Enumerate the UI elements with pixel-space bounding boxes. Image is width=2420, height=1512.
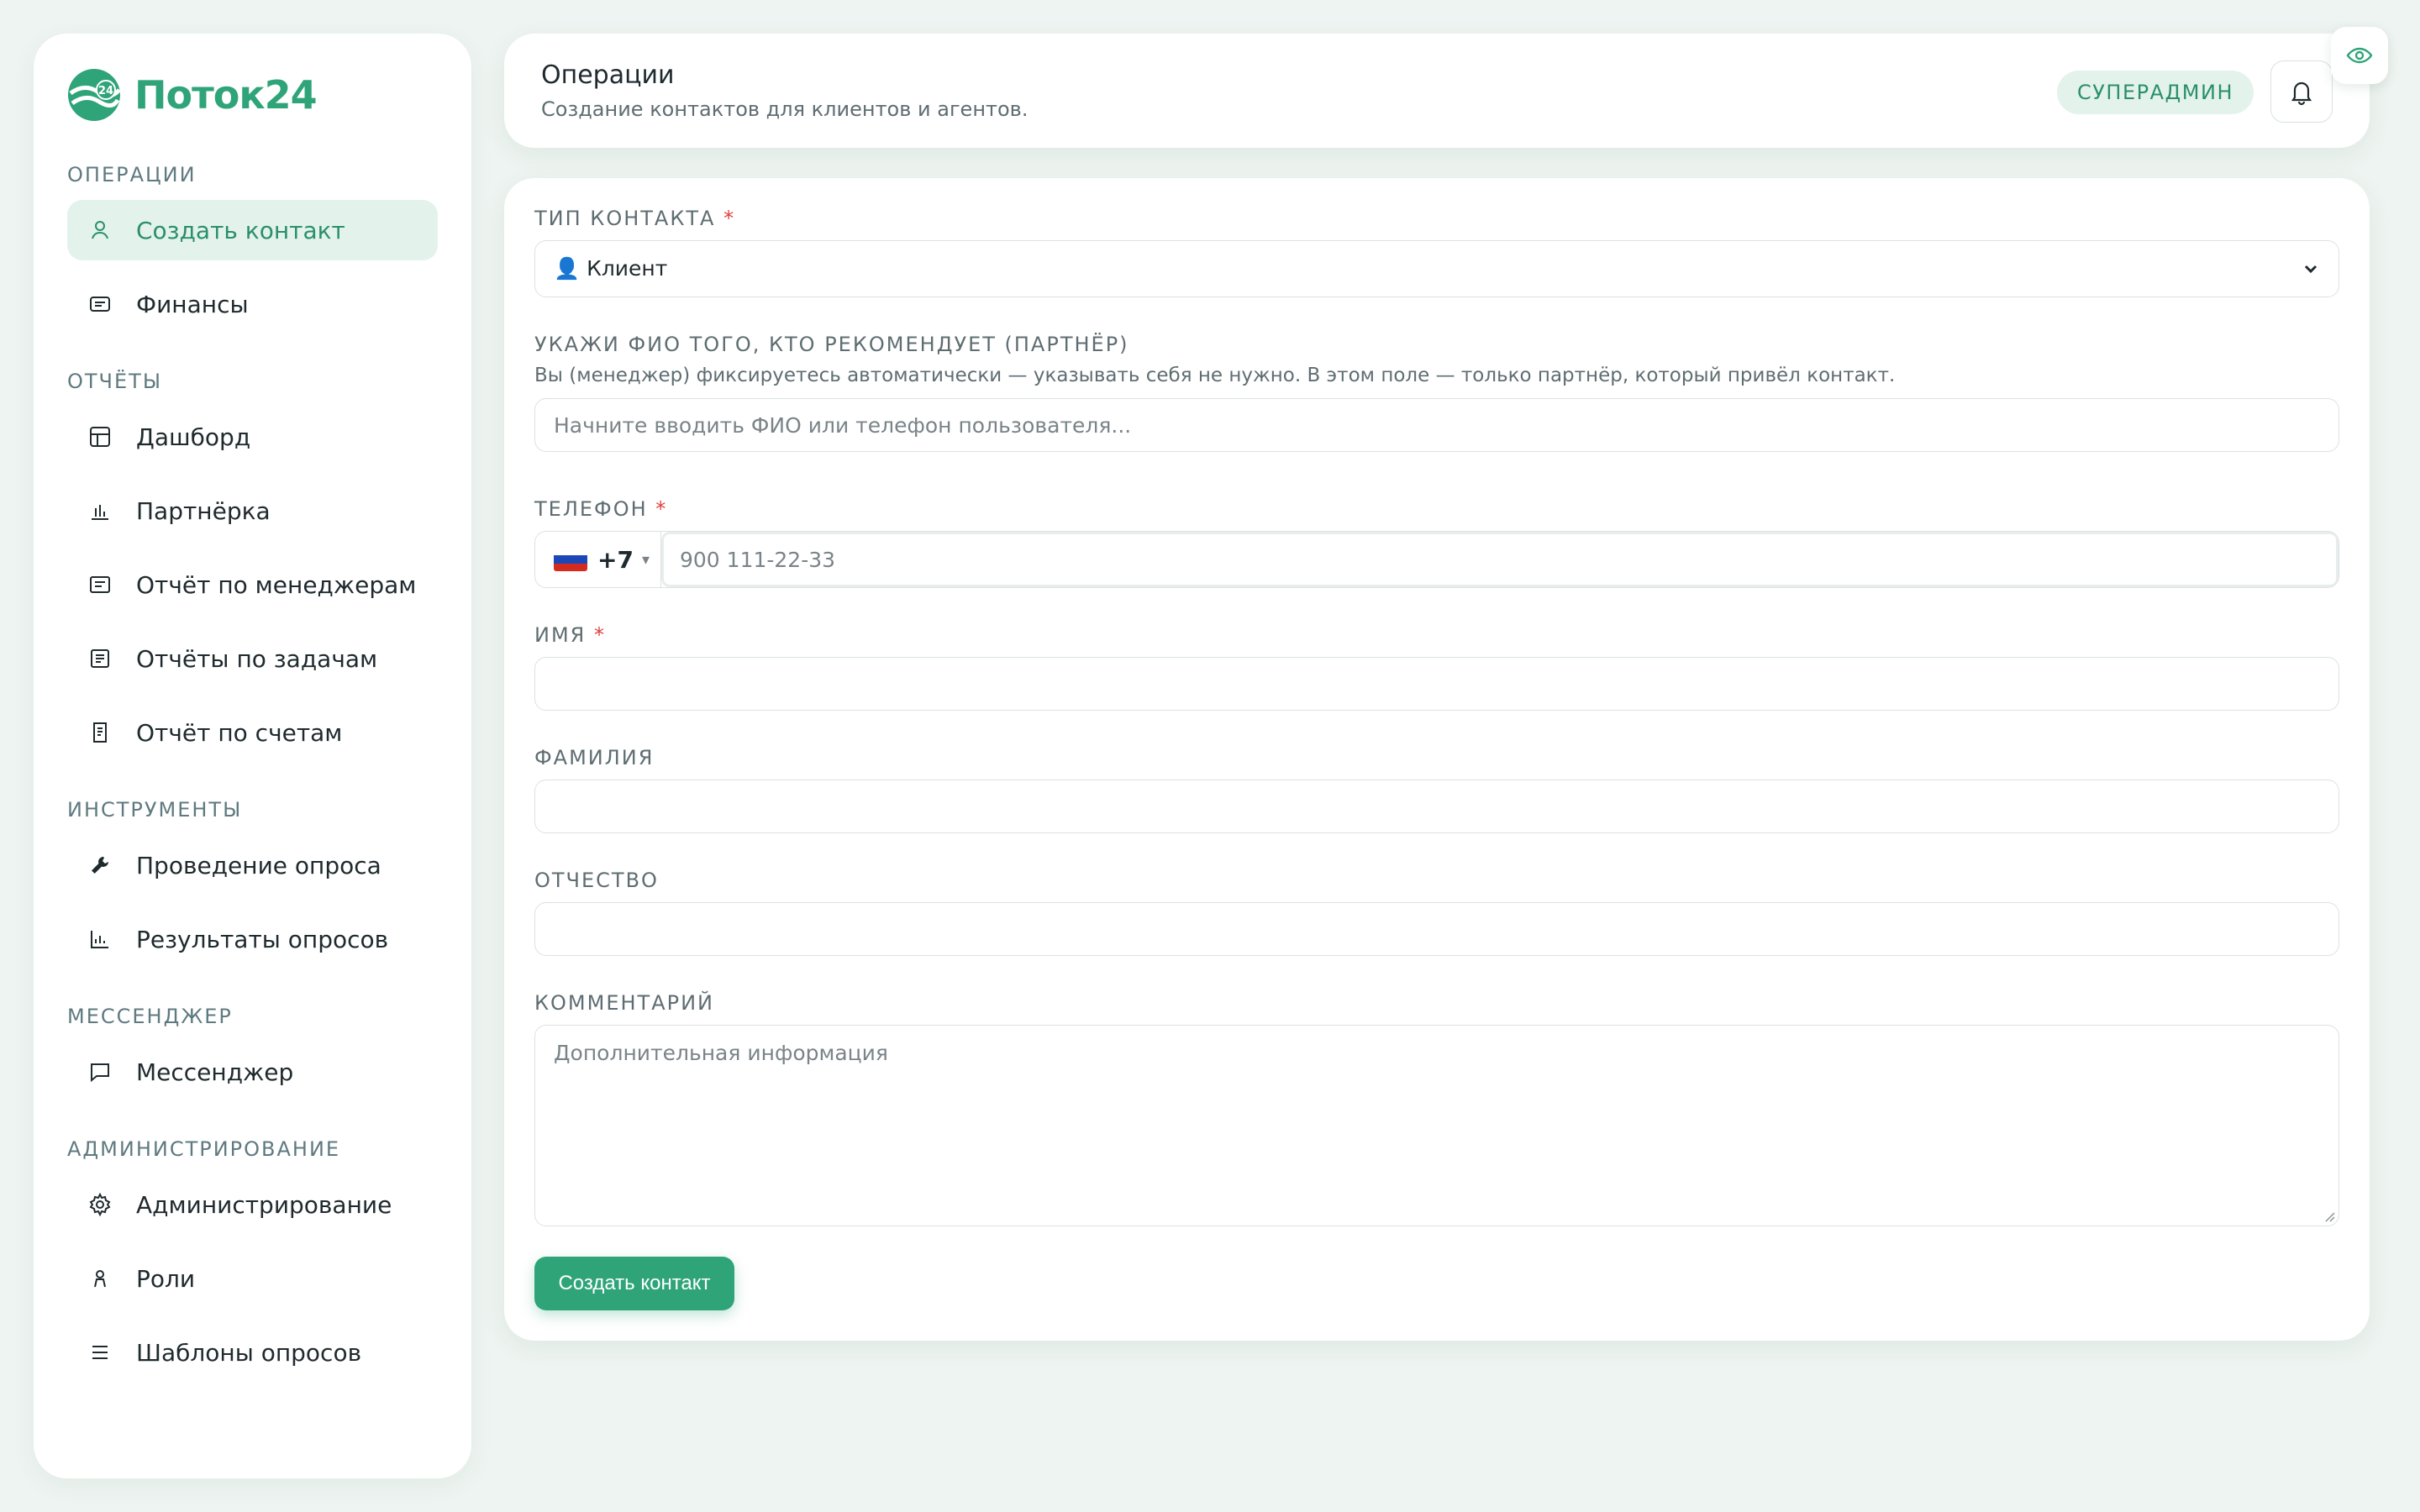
phone-label-text: ТЕЛЕФОН (534, 497, 648, 521)
nav-section-reports: ОТЧЁТЫ (67, 370, 163, 393)
create-contact-form: ТИП КОНТАКТА * 👤 Клиент УКАЖИ ФИО ТОГО, … (504, 178, 2370, 1341)
referrer-placeholder: Начните вводить ФИО или телефон пользова… (554, 412, 1132, 438)
app-page: 24 Поток24 ОПЕРАЦИИ Создать контакт Фина… (0, 0, 2420, 1512)
middle-name-label: ОТЧЕСТВО (534, 869, 659, 892)
receipt-icon (87, 720, 113, 745)
bar-chart-icon (87, 498, 113, 523)
sidebar-item-label: Роли (136, 1264, 196, 1293)
sidebar-item-label: Шаблоны опросов (136, 1338, 362, 1367)
logo-icon: 24 (68, 69, 121, 121)
gear-icon (87, 1192, 113, 1217)
sidebar-item-finance[interactable]: Финансы (67, 274, 438, 334)
sidebar-item-label: Партнёрка (136, 496, 271, 525)
svg-text:24: 24 (98, 85, 113, 97)
contact-type-value: 👤 Клиент (554, 256, 668, 281)
resize-handle-icon[interactable] (2322, 1209, 2335, 1222)
sidebar: 24 Поток24 ОПЕРАЦИИ Создать контакт Фина… (34, 34, 471, 1478)
first-name-label-text: ИМЯ (534, 623, 587, 647)
referrer-search-input[interactable]: Начните вводить ФИО или телефон пользова… (534, 398, 2339, 452)
page-header: Операции Создание контактов для клиентов… (504, 34, 2370, 148)
visibility-toggle-button[interactable] (2331, 27, 2388, 84)
sidebar-item-label: Результаты опросов (136, 925, 389, 953)
wallet-icon (87, 291, 113, 317)
sidebar-item-roles[interactable]: Роли (67, 1248, 438, 1309)
required-mark: * (593, 623, 606, 647)
sidebar-item-label: Администрирование (136, 1190, 392, 1219)
chat-icon (87, 1059, 113, 1084)
contact-type-select[interactable]: 👤 Клиент (534, 240, 2339, 297)
phone-input[interactable]: 900 111-22-33 (661, 532, 2338, 587)
sidebar-item-tasks-report[interactable]: Отчёты по задачам (67, 628, 438, 689)
sidebar-item-survey-templates[interactable]: Шаблоны опросов (67, 1322, 438, 1383)
sidebar-item-create-contact[interactable]: Создать контакт (67, 200, 438, 260)
sidebar-item-label: Финансы (136, 290, 249, 318)
contact-type-label: ТИП КОНТАКТА * (534, 207, 735, 230)
referrer-hint: Вы (менеджер) фиксируетесь автоматически… (534, 365, 1896, 386)
chevron-down-icon (2304, 265, 2317, 274)
wrench-icon (87, 853, 113, 878)
table-icon (87, 424, 113, 449)
nav-section-operations: ОПЕРАЦИИ (67, 163, 197, 186)
sidebar-item-label: Отчёт по менеджерам (136, 570, 417, 599)
sidebar-item-invoices-report[interactable]: Отчёт по счетам (67, 702, 438, 763)
brand-name: Поток24 (134, 72, 318, 118)
sidebar-item-label: Отчёты по задачам (136, 644, 378, 673)
notifications-button[interactable] (2270, 60, 2333, 123)
sidebar-item-managers-report[interactable]: Отчёт по менеджерам (67, 554, 438, 615)
phone-label: ТЕЛЕФОН * (534, 497, 667, 521)
create-contact-button[interactable]: Создать контакт (534, 1257, 734, 1310)
first-name-label: ИМЯ * (534, 623, 606, 647)
bell-icon (2291, 81, 2312, 106)
caret-down-icon: ▾ (641, 550, 650, 569)
eye-icon (2346, 47, 2373, 64)
comment-textarea[interactable]: Дополнительная информация (534, 1025, 2339, 1226)
referrer-label: УКАЖИ ФИО ТОГО, КТО РЕКОМЕНДУЕТ (ПАРТНЁР… (534, 333, 1129, 356)
contact-type-label-text: ТИП КОНТАКТА (534, 207, 716, 230)
sidebar-item-label: Проведение опроса (136, 851, 381, 879)
sidebar-item-administration[interactable]: Администрирование (67, 1174, 438, 1235)
sidebar-item-partner[interactable]: Партнёрка (67, 480, 438, 541)
country-code-select[interactable]: +7 ▾ (535, 532, 661, 587)
line-chart-icon (87, 927, 113, 952)
menu-lines-icon (87, 1340, 113, 1365)
comment-label: КОММЕНТАРИЙ (534, 991, 715, 1015)
user-icon (87, 218, 113, 243)
sidebar-item-conduct-survey[interactable]: Проведение опроса (67, 835, 438, 895)
sidebar-item-dashboard[interactable]: Дашборд (67, 407, 438, 467)
task-list-icon (87, 646, 113, 671)
country-code: +7 (597, 545, 634, 574)
sidebar-item-label: Дашборд (136, 423, 251, 451)
nav-section-tools: ИНСТРУМЕНТЫ (67, 798, 243, 822)
middle-name-input[interactable] (534, 902, 2339, 956)
last-name-label: ФАМИЛИЯ (534, 746, 655, 769)
sidebar-item-label: Мессенджер (136, 1058, 294, 1086)
role-badge: СУПЕРАДМИН (2057, 71, 2254, 114)
comment-placeholder: Дополнительная информация (554, 1041, 888, 1065)
phone-placeholder: 900 111-22-33 (680, 547, 836, 572)
last-name-input[interactable] (534, 780, 2339, 833)
nav-section-messenger: МЕССЕНДЖЕР (67, 1005, 233, 1028)
sidebar-item-messenger[interactable]: Мессенджер (67, 1042, 438, 1102)
nav-section-admin: АДМИНИСТРИРОВАНИЕ (67, 1137, 341, 1161)
first-name-input[interactable] (534, 657, 2339, 711)
sidebar-item-label: Отчёт по счетам (136, 718, 343, 747)
sidebar-item-label: Создать контакт (136, 216, 345, 244)
required-mark: * (655, 497, 668, 521)
russia-flag-icon (554, 548, 587, 571)
report-icon (87, 572, 113, 597)
person-role-icon (87, 1266, 113, 1291)
required-mark: * (723, 207, 736, 230)
sidebar-item-survey-results[interactable]: Результаты опросов (67, 909, 438, 969)
brand-logo[interactable]: 24 Поток24 (67, 66, 438, 124)
phone-field: +7 ▾ 900 111-22-33 (534, 531, 2339, 588)
